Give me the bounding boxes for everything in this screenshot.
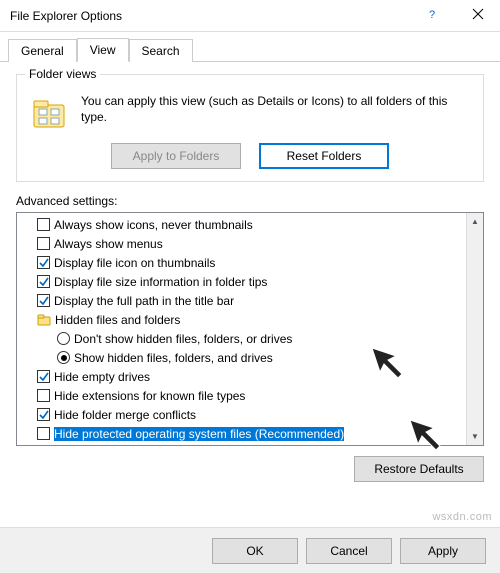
radio-icon[interactable] — [57, 332, 70, 345]
tab-view[interactable]: View — [77, 38, 129, 62]
checkbox-icon[interactable] — [37, 275, 50, 288]
scrollbar[interactable]: ▲ ▼ — [466, 213, 483, 445]
close-icon — [472, 8, 484, 23]
close-button[interactable] — [455, 0, 500, 31]
apply-to-folders-button: Apply to Folders — [111, 143, 241, 169]
advanced-settings-label: Advanced settings: — [16, 194, 484, 208]
checkbox-icon[interactable] — [37, 370, 50, 383]
apply-button[interactable]: Apply — [400, 538, 486, 564]
list-item[interactable]: Always show icons, never thumbnails — [17, 215, 466, 234]
folder-views-group: Folder views You can apply this view (su… — [16, 74, 484, 182]
scroll-down-icon[interactable]: ▼ — [467, 428, 483, 445]
checkbox-icon[interactable] — [37, 408, 50, 421]
folder-icon — [37, 313, 51, 327]
checkbox-icon[interactable] — [37, 237, 50, 250]
watermark-text: wsxdn.com — [432, 511, 492, 523]
list-item[interactable]: Display the full path in the title bar — [17, 291, 466, 310]
advanced-settings-list[interactable]: Always show icons, never thumbnails Alwa… — [16, 212, 484, 446]
list-item[interactable]: Don't show hidden files, folders, or dri… — [17, 329, 466, 348]
svg-text:?: ? — [429, 9, 435, 20]
list-item[interactable]: Always show menus — [17, 234, 466, 253]
checkbox-icon[interactable] — [37, 427, 50, 440]
folder-views-text: You can apply this view (such as Details… — [81, 93, 471, 125]
checkbox-icon[interactable] — [37, 256, 50, 269]
tab-general[interactable]: General — [8, 39, 77, 62]
title-bar: File Explorer Options ? — [0, 0, 500, 32]
radio-icon[interactable] — [57, 351, 70, 364]
list-item[interactable]: Hide extensions for known file types — [17, 386, 466, 405]
dialog-button-row: OK Cancel Apply — [0, 527, 500, 573]
window-buttons: ? — [410, 0, 500, 31]
folder-views-icon — [29, 93, 69, 133]
restore-defaults-button[interactable]: Restore Defaults — [354, 456, 484, 482]
scroll-up-icon[interactable]: ▲ — [467, 213, 483, 230]
tab-panel-view: Folder views You can apply this view (su… — [0, 62, 500, 490]
checkbox-icon[interactable] — [37, 294, 50, 307]
list-item[interactable]: Show hidden files, folders, and drives — [17, 348, 466, 367]
help-icon: ? — [427, 8, 439, 23]
list-group-hidden: Hidden files and folders — [17, 310, 466, 329]
list-item[interactable]: Display file icon on thumbnails — [17, 253, 466, 272]
tab-search[interactable]: Search — [129, 39, 193, 62]
list-item[interactable]: Display file size information in folder … — [17, 272, 466, 291]
list-item[interactable]: Launch folder windows in a separate proc… — [17, 443, 466, 445]
checkbox-icon[interactable] — [37, 218, 50, 231]
list-item-selected[interactable]: Hide protected operating system files (R… — [17, 424, 466, 443]
ok-button[interactable]: OK — [212, 538, 298, 564]
scroll-track[interactable] — [467, 230, 483, 428]
cancel-button[interactable]: Cancel — [306, 538, 392, 564]
folder-views-legend: Folder views — [25, 67, 100, 81]
tab-strip: General View Search — [0, 32, 500, 62]
window-title: File Explorer Options — [0, 9, 122, 23]
reset-folders-button[interactable]: Reset Folders — [259, 143, 389, 169]
list-item[interactable]: Hide folder merge conflicts — [17, 405, 466, 424]
help-button[interactable]: ? — [410, 0, 455, 31]
checkbox-icon[interactable] — [37, 389, 50, 402]
list-item[interactable]: Hide empty drives — [17, 367, 466, 386]
